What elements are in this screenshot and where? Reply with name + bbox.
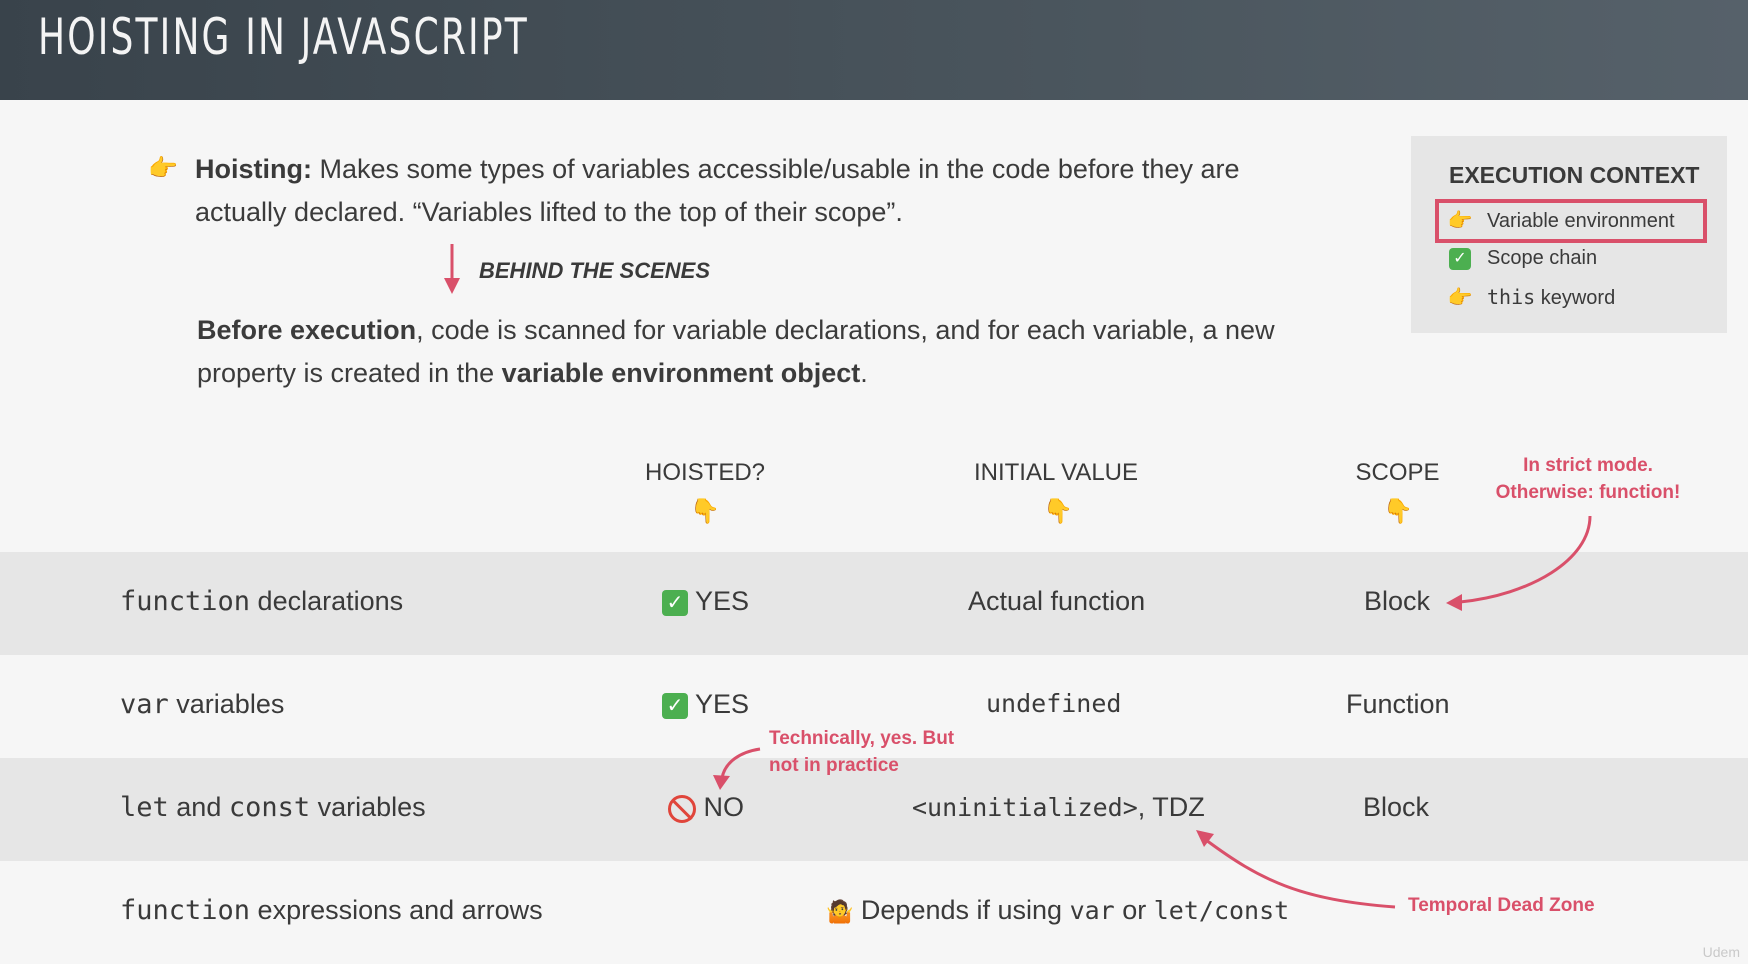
strict-note-arrowhead xyxy=(1446,594,1462,611)
annotation-arrows xyxy=(713,515,1592,909)
udemy-watermark: Udem xyxy=(1702,944,1740,960)
technically-note-arrowhead xyxy=(713,775,730,790)
strict-note-arrow xyxy=(1459,515,1592,604)
tdz-note-arrow xyxy=(1205,838,1396,909)
technically-note-arrow xyxy=(720,747,761,779)
